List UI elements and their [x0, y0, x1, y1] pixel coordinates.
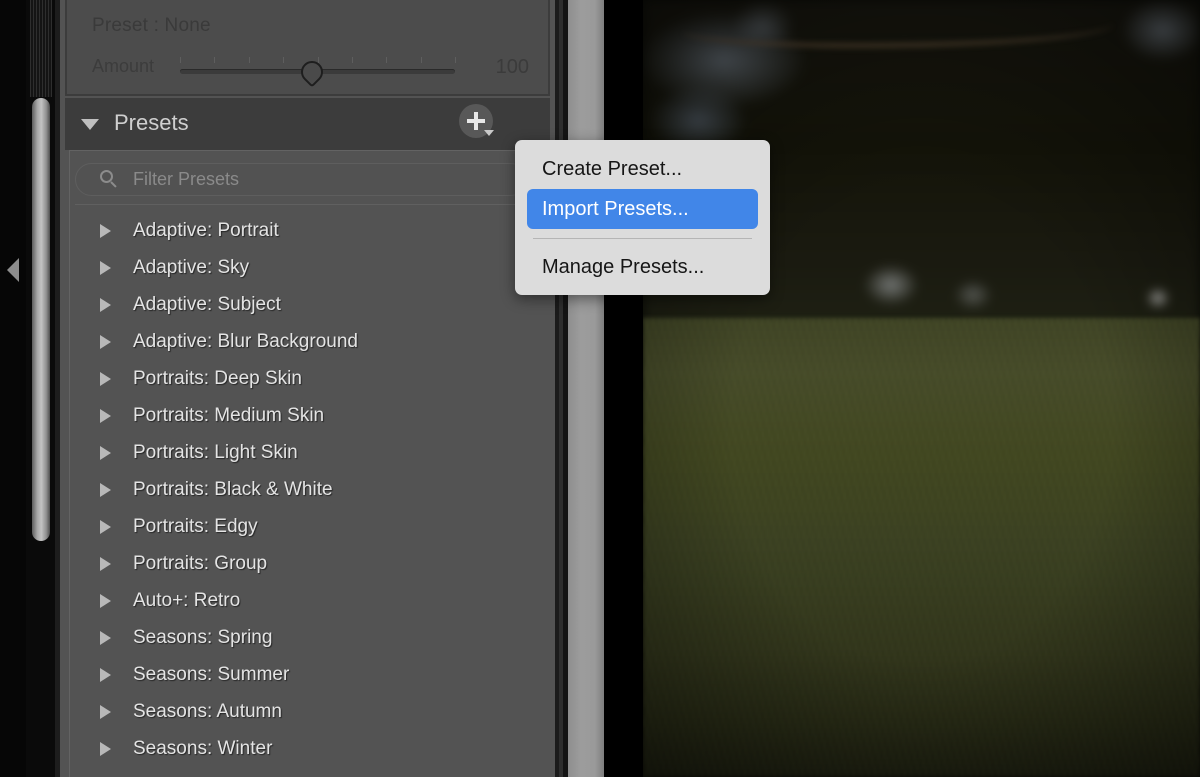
photo-vignette	[643, 0, 1200, 777]
triangle-right-icon[interactable]	[100, 594, 111, 608]
preset-list-item[interactable]: Adaptive: Subject	[9, 286, 490, 323]
preset-name-label: Preset : None	[92, 15, 211, 37]
triangle-right-icon[interactable]	[100, 372, 111, 386]
amount-value[interactable]: 100	[496, 56, 529, 79]
preset-item-label: Adaptive: Subject	[133, 294, 281, 316]
slider-tick	[386, 57, 387, 63]
preset-list-item[interactable]: Portraits: Group	[9, 545, 490, 582]
preset-list-item[interactable]: Adaptive: Portrait	[9, 212, 490, 249]
preset-list-item[interactable]: Portraits: Medium Skin	[9, 397, 490, 434]
menu-separator	[533, 238, 752, 239]
preset-item-label: Portraits: Black & White	[133, 479, 333, 501]
menu-item[interactable]: Import Presets...	[527, 189, 758, 229]
preset-item-label: Portraits: Group	[133, 553, 267, 575]
preset-item-label: Seasons: Winter	[133, 738, 272, 760]
plus-icon-vertical	[474, 112, 478, 130]
menu-item[interactable]: Create Preset...	[515, 149, 770, 189]
slider-tick	[421, 57, 422, 63]
preset-list-item[interactable]: Auto+: Retro	[9, 582, 490, 619]
triangle-right-icon[interactable]	[100, 483, 111, 497]
panel-resize-handle[interactable]	[568, 0, 604, 777]
preset-list-item[interactable]: Style: Black & White	[9, 767, 490, 777]
preset-list-item[interactable]: Seasons: Autumn	[9, 693, 490, 730]
presets-context-menu[interactable]: Create Preset...Import Presets... Manage …	[515, 140, 770, 295]
triangle-right-icon[interactable]	[100, 557, 111, 571]
preset-item-label: Seasons: Autumn	[133, 701, 282, 723]
preset-item-label: Portraits: Light Skin	[133, 442, 298, 464]
triangle-right-icon[interactable]	[100, 261, 111, 275]
amount-slider[interactable]	[180, 57, 455, 85]
triangle-right-icon[interactable]	[100, 705, 111, 719]
preset-item-label: Seasons: Spring	[133, 627, 272, 649]
triangle-right-icon[interactable]	[100, 446, 111, 460]
triangle-right-icon[interactable]	[100, 409, 111, 423]
photo-preview[interactable]	[643, 0, 1200, 777]
triangle-down-icon[interactable]	[81, 119, 99, 130]
preset-list-item[interactable]: Portraits: Edgy	[9, 508, 490, 545]
preset-list-item[interactable]: Portraits: Deep Skin	[9, 360, 490, 397]
preset-item-label: Portraits: Edgy	[133, 516, 258, 538]
preset-list-item[interactable]: Portraits: Light Skin	[9, 434, 490, 471]
filter-divider	[75, 204, 545, 205]
slider-tick	[180, 57, 181, 63]
preset-list-item[interactable]: Adaptive: Sky	[9, 249, 490, 286]
triangle-right-icon[interactable]	[100, 298, 111, 312]
triangle-right-icon[interactable]	[100, 224, 111, 238]
preset-item-label: Portraits: Medium Skin	[133, 405, 324, 427]
preset-list-item[interactable]: Seasons: Spring	[9, 619, 490, 656]
triangle-right-icon[interactable]	[100, 742, 111, 756]
presets-title: Presets	[114, 110, 189, 136]
preset-list-item[interactable]: Seasons: Summer	[9, 656, 490, 693]
slider-tick	[283, 57, 284, 63]
preset-item-label: Adaptive: Portrait	[133, 220, 279, 242]
search-icon	[100, 170, 119, 189]
preset-list-item[interactable]: Portraits: Black & White	[9, 471, 490, 508]
preset-item-label: Auto+: Retro	[133, 590, 240, 612]
menu-item[interactable]: Manage Presets...	[515, 247, 770, 287]
triangle-right-icon[interactable]	[100, 631, 111, 645]
preset-item-label: Seasons: Summer	[133, 664, 289, 686]
preset-list-item[interactable]: Seasons: Winter	[9, 730, 490, 767]
preset-item-label: Adaptive: Sky	[133, 257, 249, 279]
preset-list-item[interactable]: Adaptive: Blur Background	[9, 323, 490, 360]
slider-tick	[352, 57, 353, 63]
preset-item-label: Portraits: Deep Skin	[133, 368, 302, 390]
lightroom-develop-window: Preset : None Amount 100 Presets	[0, 0, 1200, 777]
slider-tick	[214, 57, 215, 63]
caret-down-icon[interactable]	[484, 130, 494, 136]
scrollbar-texture	[30, 0, 52, 97]
preset-summary-block: Preset : None Amount 100	[65, 0, 550, 96]
triangle-right-icon[interactable]	[100, 520, 111, 534]
amount-row: Amount 100	[67, 56, 552, 86]
presets-list: Adaptive: Portrait Adaptive: Sky Adaptive:…	[9, 212, 490, 777]
filter-presets-placeholder: Filter Presets	[133, 169, 239, 190]
triangle-right-icon[interactable]	[100, 668, 111, 682]
slider-tick	[249, 57, 250, 63]
amount-label: Amount	[92, 56, 154, 77]
slider-tick	[455, 57, 456, 63]
image-area-matte	[604, 0, 643, 777]
triangle-right-icon[interactable]	[100, 335, 111, 349]
preset-item-label: Adaptive: Blur Background	[133, 331, 358, 353]
